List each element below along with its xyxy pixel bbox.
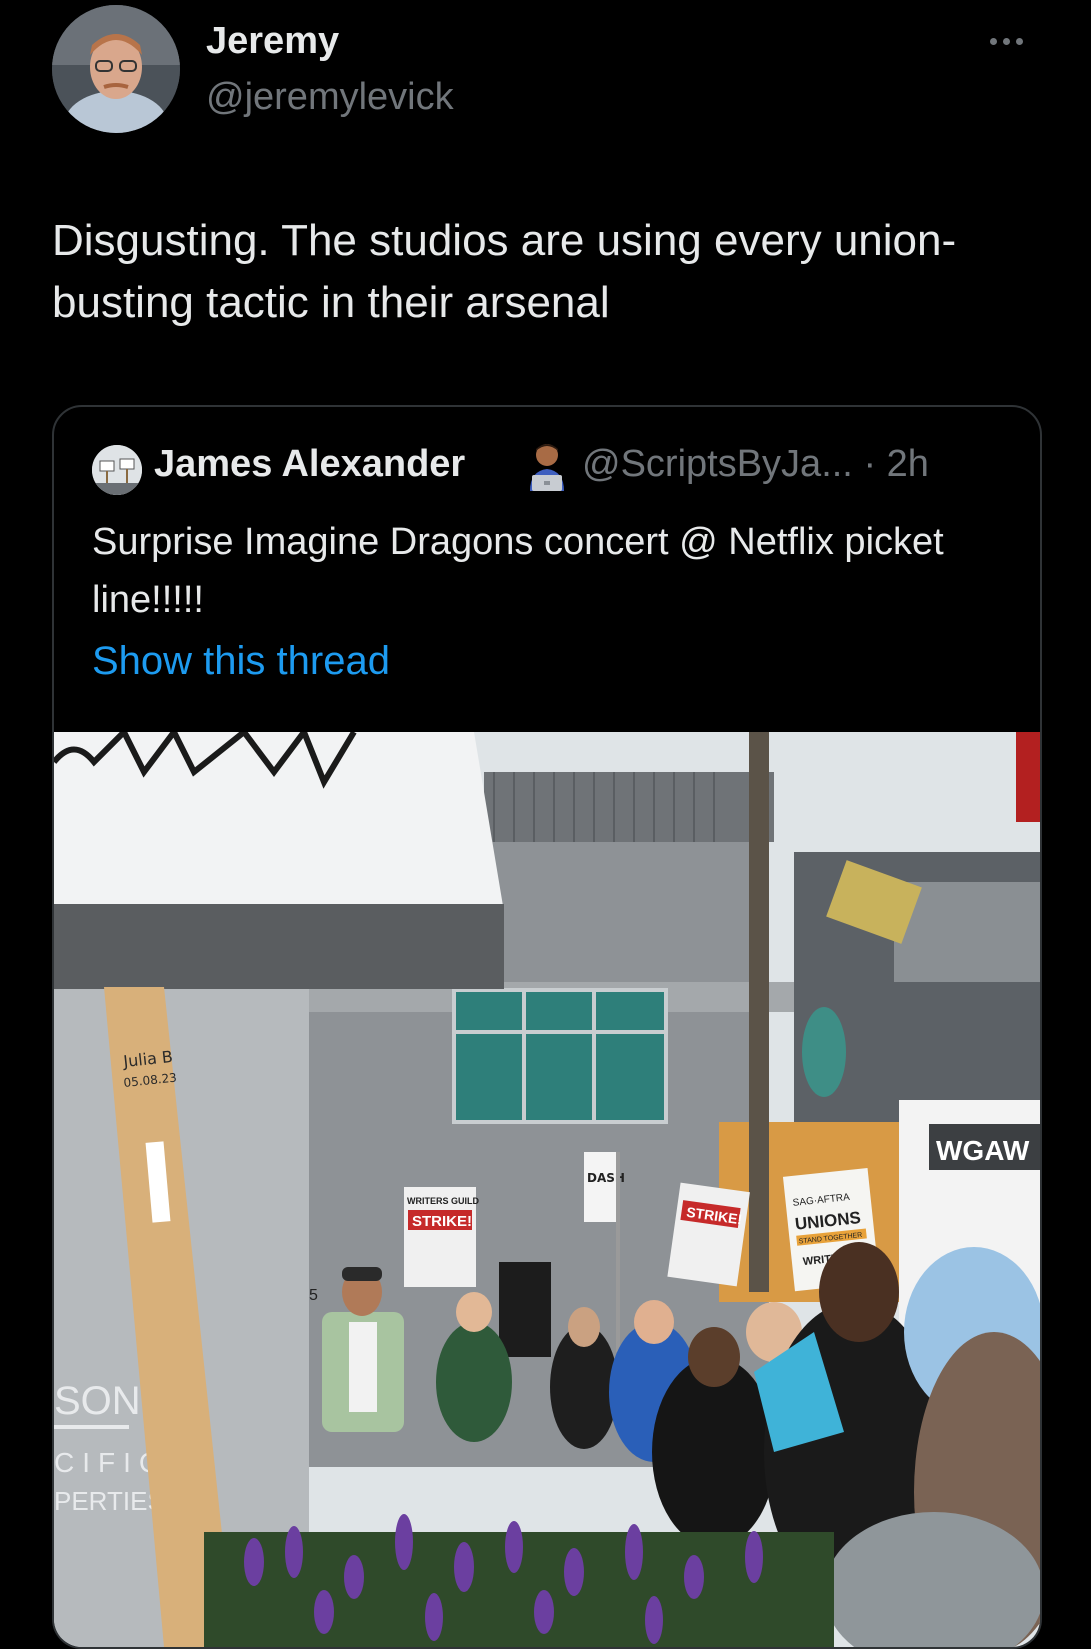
show-thread-link[interactable]: Show this thread [92,639,390,684]
author-name[interactable]: Jeremy [206,20,339,63]
sign-wgaw: WGAW [936,1135,1030,1166]
quoted-author-name[interactable]: James Alexander [154,443,465,486]
quoted-tweet-photo[interactable]: SON CIFIC PERTIES Julia B 05.08.23 WGAW … [54,732,1040,1647]
author-handle[interactable]: @jeremylevick [206,76,454,119]
quoted-tweet-card[interactable]: James Alexander @ScriptsByJa... · 2h Sur… [52,405,1042,1649]
author-avatar[interactable] [52,5,180,133]
building-number: 5 [309,1287,318,1304]
quoted-time: · 2h [863,443,929,485]
quoted-author-avatar[interactable] [92,445,142,495]
quoted-tweet-text: Surprise Imagine Dragons concert @ Netfl… [92,521,944,621]
tweet-text: Disgusting. The studios are using every … [52,216,957,327]
quoted-author-handle[interactable]: @ScriptsByJa... [582,443,853,485]
technologist-emoji-icon [524,441,570,493]
wall-text-3: PERTIES [54,1486,165,1516]
sign-strike-1: STRIKE! [412,1213,472,1230]
wall-text-1: SON [54,1379,141,1423]
more-options-icon[interactable] [976,26,1036,56]
sign-writers-guild-1: WRITERS GUILD [407,1196,479,1206]
quoted-author-handle-time[interactable]: @ScriptsByJa... · 2h [582,443,929,486]
